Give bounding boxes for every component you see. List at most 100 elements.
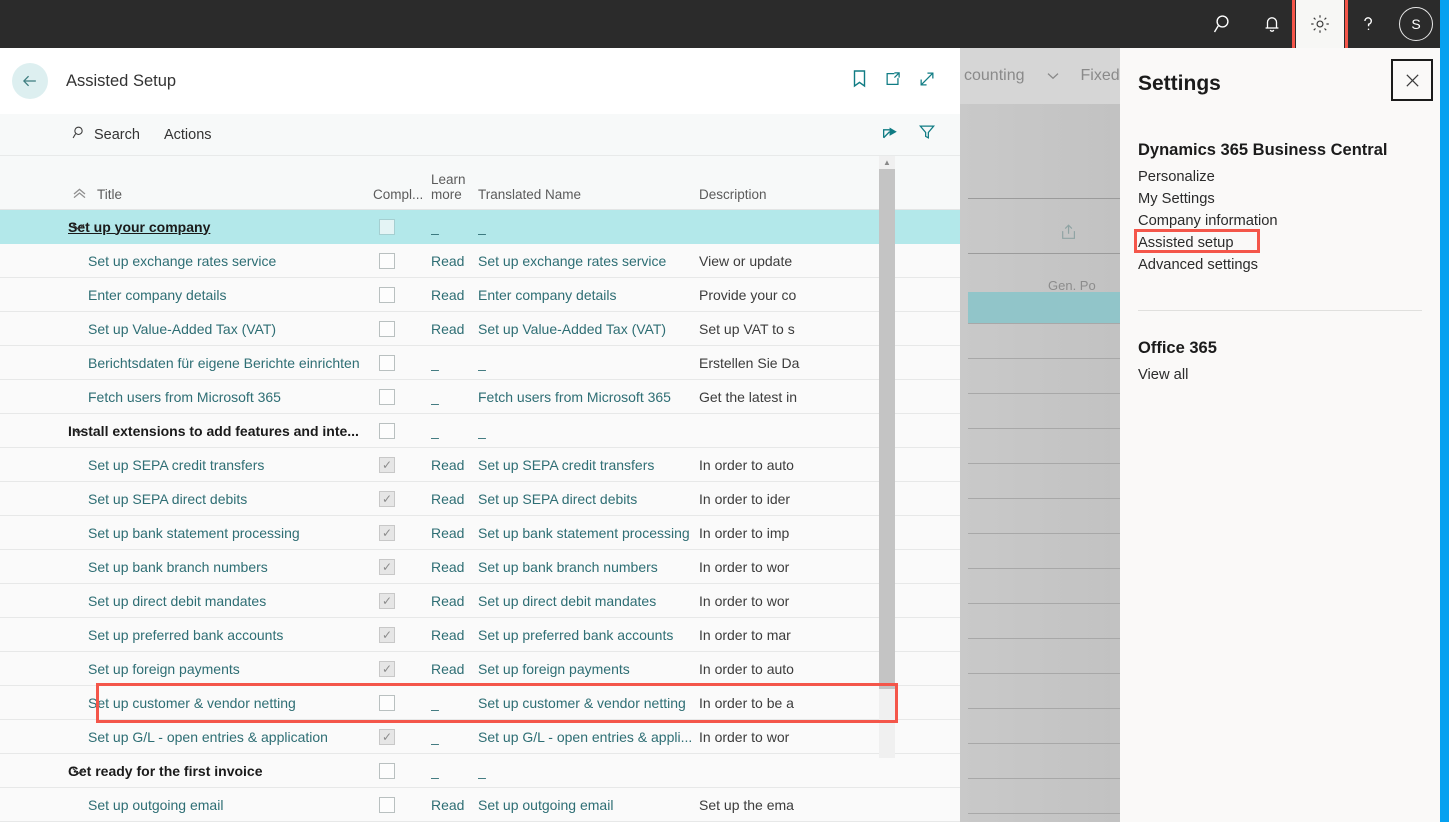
row-description-cell[interactable]: Provide your co	[699, 287, 899, 303]
row-title-cell[interactable]: Fetch users from Microsoft 365	[0, 389, 373, 405]
row-learn-more-cell[interactable]: Read	[431, 627, 478, 643]
row-description-cell[interactable]: Set up VAT to s	[699, 321, 899, 337]
row-learn-more-cell[interactable]: Read	[431, 661, 478, 677]
settings-link-advanced-settings[interactable]: Advanced settings	[1138, 254, 1258, 276]
completed-checkbox[interactable]	[379, 695, 395, 711]
row-description-cell[interactable]: Set up the ema	[699, 797, 899, 813]
table-row[interactable]: Set up customer & vendor netting_Set up …	[0, 686, 960, 720]
row-learn-more-cell[interactable]: Read	[431, 525, 478, 541]
row-completed-cell[interactable]	[373, 287, 431, 303]
table-row[interactable]: Set up Value-Added Tax (VAT)Read Set up V…	[0, 312, 960, 346]
completed-checkbox[interactable]	[379, 423, 395, 439]
completed-checkbox[interactable]	[379, 321, 395, 337]
row-completed-cell[interactable]	[373, 661, 431, 677]
row-translated-name-cell[interactable]: Set up SEPA direct debits	[478, 491, 699, 507]
row-title-cell[interactable]: Set up bank branch numbers	[0, 559, 373, 575]
row-description-cell[interactable]: Erstellen Sie Da	[699, 355, 899, 371]
row-description-cell[interactable]: In order to imp	[699, 525, 899, 541]
expand-icon[interactable]	[918, 70, 936, 93]
completed-checkbox[interactable]	[379, 253, 395, 269]
completed-checkbox[interactable]	[379, 525, 395, 541]
row-translated-name-cell[interactable]: Set up preferred bank accounts	[478, 627, 699, 643]
row-completed-cell[interactable]	[373, 559, 431, 575]
chevron-down-icon[interactable]	[72, 222, 85, 231]
row-translated-name-cell[interactable]: _	[478, 219, 699, 235]
row-learn-more-cell[interactable]: Read	[431, 559, 478, 575]
table-row[interactable]: Set up SEPA credit transfersReadSet up S…	[0, 448, 960, 482]
table-row[interactable]: Enter company detailsReadEnter company d…	[0, 278, 960, 312]
scroll-up-arrow-icon[interactable]: ▲	[879, 156, 895, 169]
column-header-completed[interactable]: Compl...	[373, 187, 431, 202]
row-learn-more-cell[interactable]: _	[431, 695, 478, 711]
column-header-description[interactable]: Description	[699, 187, 899, 202]
avatar[interactable]: S	[1392, 0, 1440, 48]
share-icon[interactable]	[881, 123, 900, 147]
completed-checkbox[interactable]	[379, 729, 395, 745]
row-completed-cell[interactable]	[373, 491, 431, 507]
row-learn-more-cell[interactable]: Read	[431, 321, 478, 337]
row-translated-name-cell[interactable]: Set up customer & vendor netting	[478, 695, 699, 711]
row-translated-name-cell[interactable]: Set up outgoing email	[478, 797, 699, 813]
row-translated-name-cell[interactable]: Enter company details	[478, 287, 699, 303]
row-title-cell[interactable]: Berichtsdaten für eigene Berichte einric…	[0, 355, 373, 371]
row-title-cell[interactable]: Set up G/L - open entries & application	[0, 729, 373, 745]
completed-checkbox[interactable]	[379, 661, 395, 677]
row-completed-cell[interactable]	[373, 729, 431, 745]
row-translated-name-cell[interactable]: Set up Value-Added Tax (VAT)	[478, 321, 699, 337]
table-row[interactable]: Fetch users from Microsoft 365_Fetch use…	[0, 380, 960, 414]
row-description-cell[interactable]: View or update	[699, 253, 899, 269]
table-row[interactable]: Set up direct debit mandatesReadSet up d…	[0, 584, 960, 618]
row-completed-cell[interactable]	[373, 695, 431, 711]
completed-checkbox[interactable]	[379, 627, 395, 643]
gear-icon[interactable]	[1296, 0, 1344, 48]
table-scrollbar[interactable]: ▲	[879, 156, 895, 758]
back-button[interactable]	[12, 63, 48, 99]
column-header-learn-more[interactable]: Learnmore	[431, 172, 478, 202]
table-row[interactable]: Set up G/L - open entries & application _…	[0, 720, 960, 754]
table-row[interactable]: Set up exchange rates serviceReadSet up …	[0, 244, 960, 278]
row-learn-more-cell[interactable]: Read	[431, 253, 478, 269]
row-translated-name-cell[interactable]: _	[478, 355, 699, 371]
row-title-cell[interactable]: Set up foreign payments	[0, 661, 373, 677]
row-learn-more-cell[interactable]: Read	[431, 457, 478, 473]
search-icon[interactable]	[1200, 0, 1248, 48]
row-learn-more-cell[interactable]: _	[431, 423, 478, 439]
completed-checkbox[interactable]	[379, 355, 395, 371]
settings-link-view-all[interactable]: View all	[1138, 364, 1188, 386]
row-description-cell[interactable]: In order to auto	[699, 661, 899, 677]
completed-checkbox[interactable]	[379, 559, 395, 575]
row-completed-cell[interactable]	[373, 763, 431, 779]
row-title-cell[interactable]: Install extensions to add features and i…	[0, 423, 373, 439]
table-row[interactable]: Set up outgoing emailReadSet up outgoing…	[0, 788, 960, 822]
row-learn-more-cell[interactable]: _	[431, 389, 478, 405]
row-learn-more-cell[interactable]: _	[431, 729, 478, 745]
settings-link-my-settings[interactable]: My Settings	[1138, 188, 1215, 210]
completed-checkbox[interactable]	[379, 491, 395, 507]
table-row[interactable]: Set up bank branch numbersReadSet up ban…	[0, 550, 960, 584]
completed-checkbox[interactable]	[379, 219, 395, 235]
completed-checkbox[interactable]	[379, 457, 395, 473]
row-translated-name-cell[interactable]: Set up bank branch numbers	[478, 559, 699, 575]
row-completed-cell[interactable]	[373, 321, 431, 337]
row-translated-name-cell[interactable]: Fetch users from Microsoft 365	[478, 389, 699, 405]
row-completed-cell[interactable]	[373, 355, 431, 371]
row-completed-cell[interactable]	[373, 219, 431, 235]
close-icon[interactable]	[1391, 59, 1433, 101]
row-description-cell[interactable]: Get the latest in	[699, 389, 899, 405]
row-title-cell[interactable]: Set up customer & vendor netting	[0, 695, 373, 711]
help-question-icon[interactable]	[1344, 0, 1392, 48]
row-title-cell[interactable]: Enter company details	[0, 287, 373, 303]
row-title-cell[interactable]: Set up bank statement processing	[0, 525, 373, 541]
row-learn-more-cell[interactable]: Read	[431, 491, 478, 507]
row-translated-name-cell[interactable]: _	[478, 423, 699, 439]
bookmark-icon[interactable]	[851, 69, 868, 93]
row-completed-cell[interactable]	[373, 797, 431, 813]
table-row[interactable]: Set up preferred bank accountsReadSet up…	[0, 618, 960, 652]
scrollbar-thumb[interactable]	[879, 169, 895, 689]
row-translated-name-cell[interactable]: Set up SEPA credit transfers	[478, 457, 699, 473]
completed-checkbox[interactable]	[379, 389, 395, 405]
actions-menu[interactable]: Actions	[164, 127, 212, 143]
row-completed-cell[interactable]	[373, 525, 431, 541]
row-title-cell[interactable]: Set up your company	[0, 219, 373, 235]
row-description-cell[interactable]: In order to be a	[699, 695, 899, 711]
